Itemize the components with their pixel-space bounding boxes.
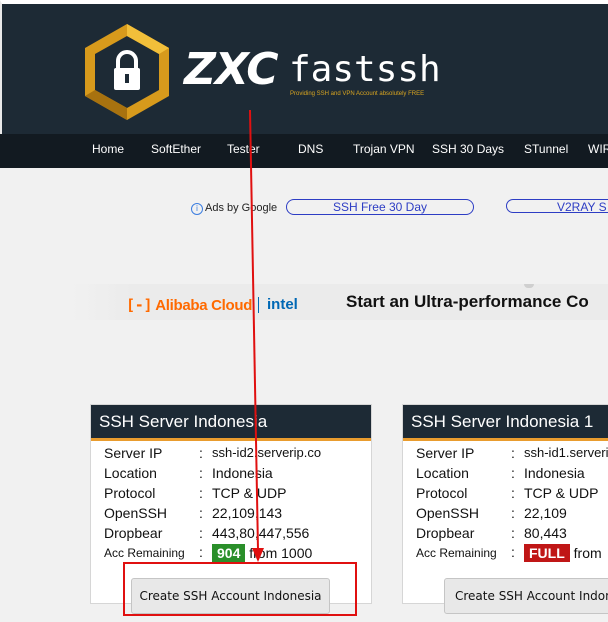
nav-item-softether[interactable]: SoftEther: [151, 142, 201, 156]
nav-item-tester[interactable]: Tester: [227, 142, 260, 156]
server-card-title: SSH Server Indonesia 1: [403, 405, 608, 441]
ad-link-ssh-free-30-day[interactable]: SSH Free 30 Day: [286, 199, 474, 215]
nav-item-ssh-30-days[interactable]: SSH 30 Days: [432, 142, 504, 156]
site-header: ZXC fastssh Providing SSH and VPN Accoun…: [0, 0, 608, 134]
main-navigation: Home SoftEther Tester DNS Trojan VPN SSH…: [0, 134, 608, 168]
server-card-indonesia-1: SSH Server Indonesia 1 Server IP: ssh-id1…: [402, 404, 608, 604]
site-tagline: Providing SSH and VPN Account absolutely…: [290, 91, 425, 97]
ads-by-google-text: Ads by Google: [205, 202, 278, 214]
intel-logo: intel: [267, 296, 298, 313]
nav-item-stunnel[interactable]: STunnel: [524, 142, 568, 156]
banner-headline: Start an Ultra-performance Co: [346, 292, 589, 311]
accounts-total-text: from: [573, 545, 602, 561]
nav-item-home[interactable]: Home: [92, 142, 124, 156]
server-card-title: SSH Server Indonesia: [91, 405, 371, 441]
banner-fade: [72, 284, 132, 320]
ads-by-google-label[interactable]: i Ads by Google: [191, 202, 277, 215]
alibaba-cloud-banner-ad[interactable]: [-] Alibaba Cloud intel Start an Ultra-pe…: [72, 284, 608, 320]
ad-link-v2ray[interactable]: V2RAY S: [506, 199, 608, 214]
banner-indicator: [524, 284, 534, 288]
accounts-remaining-badge: 904: [212, 544, 246, 562]
nav-item-wireguard[interactable]: WIR: [588, 142, 608, 156]
alibaba-cloud-text: Alibaba Cloud: [155, 297, 253, 314]
accounts-full-badge: FULL: [524, 544, 570, 562]
nav-item-trojan-vpn[interactable]: Trojan VPN: [353, 142, 415, 156]
ad-links-row: i Ads by Google SSH Free 30 Day V2RAY S: [0, 199, 608, 219]
brand-zxc-wordmark[interactable]: ZXC: [184, 48, 279, 92]
annotation-highlight-box: [123, 562, 357, 616]
create-ssh-account-indonesia-1-button[interactable]: Create SSH Account Indone: [444, 578, 608, 614]
banner-divider: [258, 297, 259, 313]
brand-fastssh-wordmark[interactable]: fastssh: [289, 52, 441, 88]
nav-item-dns[interactable]: DNS: [298, 142, 323, 156]
padlock-logo-icon[interactable]: [77, 22, 177, 122]
alibaba-cloud-logo: [-] Alibaba Cloud: [126, 296, 252, 314]
alibaba-bracket-icon: [-]: [126, 296, 153, 314]
info-icon: i: [191, 203, 203, 215]
accounts-total-text: from 1000: [249, 545, 313, 561]
